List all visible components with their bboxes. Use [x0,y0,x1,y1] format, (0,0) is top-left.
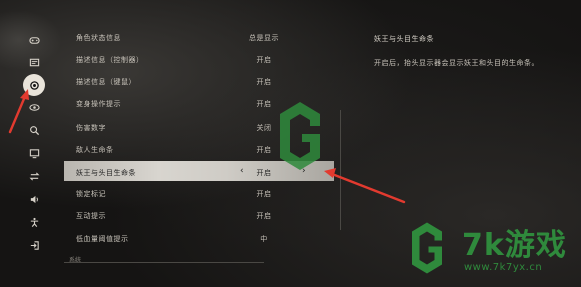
setting-row[interactable]: 描述信息（键鼠） 开启 [64,70,334,92]
swap-icon[interactable] [24,166,44,186]
controller-settings-icon[interactable] [24,52,44,72]
setting-label: 描述信息（键鼠） [76,78,136,86]
setting-label: 变身操作提示 [76,100,121,108]
setting-row[interactable]: 低血量阈值提示 中 [64,227,334,249]
setting-row[interactable]: 描述信息（控制器） 开启 [64,48,334,70]
brand-logo-icon [412,222,442,274]
accessibility-icon[interactable] [24,212,44,232]
divider [64,262,264,263]
setting-label: 角色状态信息 [76,34,121,42]
left-sidebar [0,0,62,287]
setting-label: 锁定标记 [76,190,106,198]
setting-value: 中 [260,235,268,243]
red-arrow-row [324,168,406,204]
setting-value: 总是显示 [249,34,279,42]
watermark-brand: 7k游戏 www.7k7yx.cn [392,214,578,284]
watermark-url: www.7k7yx.cn [464,262,543,273]
setting-value: 开启 [256,56,272,64]
description-title: 妖王与头目生命条 [374,35,434,43]
exit-icon[interactable] [24,235,44,255]
setting-label: 敌人生命条 [76,146,114,154]
gamepad-icon[interactable] [24,30,44,50]
volume-icon[interactable] [24,189,44,209]
setting-label: 互动提示 [76,212,106,220]
setting-row[interactable]: 互动提示 开启 [64,204,334,226]
red-arrow-sidebar [8,89,29,134]
description-text: 开启后，抬头显示器会显示妖王和头目的生命条。 [374,59,539,67]
watermark-brand-text: 7k游戏 [462,228,567,263]
setting-row[interactable]: 角色状态信息 总是显示 [64,26,334,48]
setting-label: 妖王与头目生命条 [76,169,136,177]
setting-label: 伤害数字 [76,124,106,132]
setting-value: 开启 [256,78,272,86]
setting-value: 开启 [256,212,272,220]
setting-label: 低血量阈值提示 [76,235,129,243]
setting-row[interactable]: 锁定标记 开启 [64,182,334,204]
setting-label: 描述信息（控制器） [76,56,144,64]
monitor-icon[interactable] [24,143,44,163]
setting-value: 开启 [256,190,272,198]
